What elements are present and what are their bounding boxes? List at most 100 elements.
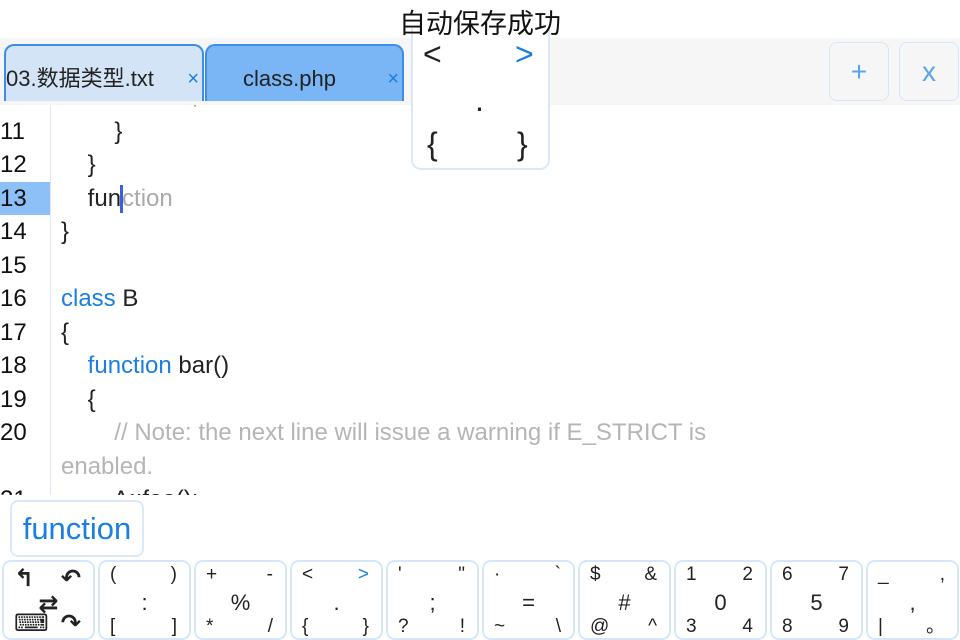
- code-token: }: [61, 218, 70, 245]
- key-symbol[interactable]: ↰: [14, 564, 34, 593]
- keyboard-key[interactable]: · ` = ~ \: [482, 560, 575, 640]
- key-symbol[interactable]: |: [878, 616, 883, 638]
- key-symbol[interactable]: `: [555, 564, 561, 586]
- key-symbol[interactable]: 2: [742, 564, 753, 586]
- key-symbol[interactable]: +: [206, 564, 217, 586]
- key-symbol[interactable]: 。: [926, 611, 945, 638]
- key-symbol[interactable]: ↷: [61, 609, 81, 638]
- keyboard-key[interactable]: ' ";?!: [386, 560, 479, 640]
- line-number: 12: [0, 151, 27, 178]
- key-symbol[interactable]: >: [358, 564, 369, 586]
- key-symbol[interactable]: $: [590, 564, 601, 586]
- key-symbol[interactable]: <: [302, 564, 313, 586]
- key-symbol[interactable]: 6: [782, 564, 793, 586]
- key-symbol[interactable]: ): [171, 564, 177, 586]
- tab-data-types[interactable]: 03.数据类型.txt ×: [4, 44, 204, 101]
- code-text: {: [61, 383, 96, 416]
- key-symbol[interactable]: [: [110, 616, 115, 638]
- key-symbol[interactable]: ,: [940, 564, 945, 586]
- key-symbol[interactable]: }: [363, 616, 369, 638]
- key-symbol[interactable]: ⌨: [14, 609, 49, 638]
- key-symbol[interactable]: ·: [494, 564, 500, 586]
- code-line[interactable]: 19 {: [0, 383, 960, 416]
- code-token: // Note: the next line will issue a warn…: [61, 419, 707, 446]
- add-tab-button[interactable]: +: [829, 42, 889, 101]
- key-symbol[interactable]: @: [590, 616, 609, 638]
- key-symbol[interactable]: \: [556, 616, 561, 638]
- key-symbol[interactable]: 3: [686, 616, 697, 638]
- status-title: 自动保存成功: [399, 9, 561, 39]
- tab-class-php[interactable]: class.php ×: [205, 44, 404, 101]
- key-symbol[interactable]: _: [878, 564, 889, 586]
- key-symbol[interactable]: 1: [686, 564, 697, 586]
- key-symbol[interactable]: ~: [494, 616, 505, 638]
- key-symbol[interactable]: 8: [782, 616, 793, 638]
- tab-label: class.php: [243, 66, 336, 91]
- typed-text: fun: [61, 184, 122, 212]
- code-line[interactable]: 21 A::foo();: [0, 483, 960, 495]
- popup-key-dot[interactable]: .: [475, 82, 484, 119]
- code-text: }: [61, 215, 69, 248]
- key-symbol[interactable]: =: [484, 590, 573, 616]
- key-symbol[interactable]: -: [267, 564, 273, 586]
- code-text: class B: [61, 282, 138, 315]
- autocomplete-suggestion[interactable]: function: [10, 500, 144, 557]
- code-line[interactable]: enabled.: [0, 450, 960, 483]
- key-symbol[interactable]: ': [398, 564, 402, 586]
- key-symbol[interactable]: !: [460, 616, 465, 638]
- code-line[interactable]: 14}: [0, 215, 960, 248]
- key-symbol[interactable]: *: [206, 616, 213, 638]
- key-symbol[interactable]: ]: [172, 616, 177, 638]
- keyboard-key[interactable]: ():[]: [98, 560, 191, 640]
- key-symbol[interactable]: :: [100, 590, 189, 616]
- key-symbol[interactable]: {: [302, 616, 308, 638]
- code-token: }: [61, 151, 96, 178]
- code-text: function: [61, 182, 173, 215]
- key-symbol[interactable]: 0: [676, 590, 765, 616]
- key-symbol[interactable]: ^: [648, 616, 657, 638]
- keyboard-key[interactable]: 1 2 03 4: [674, 560, 767, 640]
- keyboard-key[interactable]: + -% * /: [194, 560, 287, 640]
- key-symbol[interactable]: .: [292, 590, 381, 616]
- keyboard-key[interactable]: 6 7 58 9: [770, 560, 863, 640]
- key-symbol[interactable]: 4: [742, 616, 753, 638]
- key-symbol[interactable]: %: [196, 590, 285, 616]
- code-token: bar(): [171, 352, 230, 379]
- code-line[interactable]: 18 function bar(): [0, 349, 960, 382]
- key-symbol[interactable]: /: [268, 616, 273, 638]
- key-symbol[interactable]: ;: [388, 590, 477, 616]
- code-line[interactable]: 16 class B: [0, 282, 960, 315]
- close-file-button[interactable]: x: [899, 42, 959, 101]
- keyboard-key[interactable]: ↰ ↶ ⇄ ⌨ ↷: [2, 560, 95, 640]
- key-symbol[interactable]: ": [458, 564, 465, 586]
- keyboard-key[interactable]: $ & # @ ^: [578, 560, 671, 640]
- key-symbol[interactable]: &: [644, 564, 657, 586]
- popup-key-lbrace[interactable]: {: [427, 126, 438, 163]
- close-tab-icon[interactable]: ×: [387, 46, 399, 112]
- popup-key-gt[interactable]: >: [515, 36, 534, 73]
- popup-key-lt[interactable]: <: [423, 36, 442, 73]
- key-symbol[interactable]: 5: [772, 590, 861, 616]
- key-symbol[interactable]: ?: [398, 616, 409, 638]
- code-token: {: [61, 318, 70, 346]
- keyboard-key[interactable]: _,, |。: [866, 560, 959, 640]
- close-tab-icon[interactable]: ×: [187, 46, 199, 112]
- keyboard-key[interactable]: < >.{}: [290, 560, 383, 640]
- bracket-popup: < > . { }: [411, 28, 550, 170]
- line-number: 20: [0, 419, 27, 446]
- key-symbol[interactable]: #: [580, 590, 669, 616]
- code-line[interactable]: 13 function: [0, 181, 960, 215]
- code-line[interactable]: 20 // Note: the next line will issue a w…: [0, 416, 960, 449]
- code-line[interactable]: 17 {: [0, 316, 960, 349]
- popup-key-rbrace[interactable]: }: [517, 126, 528, 163]
- key-symbol[interactable]: 7: [838, 564, 849, 586]
- line-number: 14: [0, 218, 27, 245]
- code-text: A::foo();: [61, 483, 198, 495]
- key-symbol[interactable]: ↶: [61, 564, 81, 593]
- code-text: // Note: the next line will issue a warn…: [61, 416, 706, 449]
- tab-label: 03.数据类型.txt: [6, 66, 154, 91]
- code-line[interactable]: 15: [0, 249, 960, 282]
- line-number: 21: [0, 483, 50, 495]
- key-symbol[interactable]: (: [110, 564, 116, 586]
- key-symbol[interactable]: 9: [838, 616, 849, 638]
